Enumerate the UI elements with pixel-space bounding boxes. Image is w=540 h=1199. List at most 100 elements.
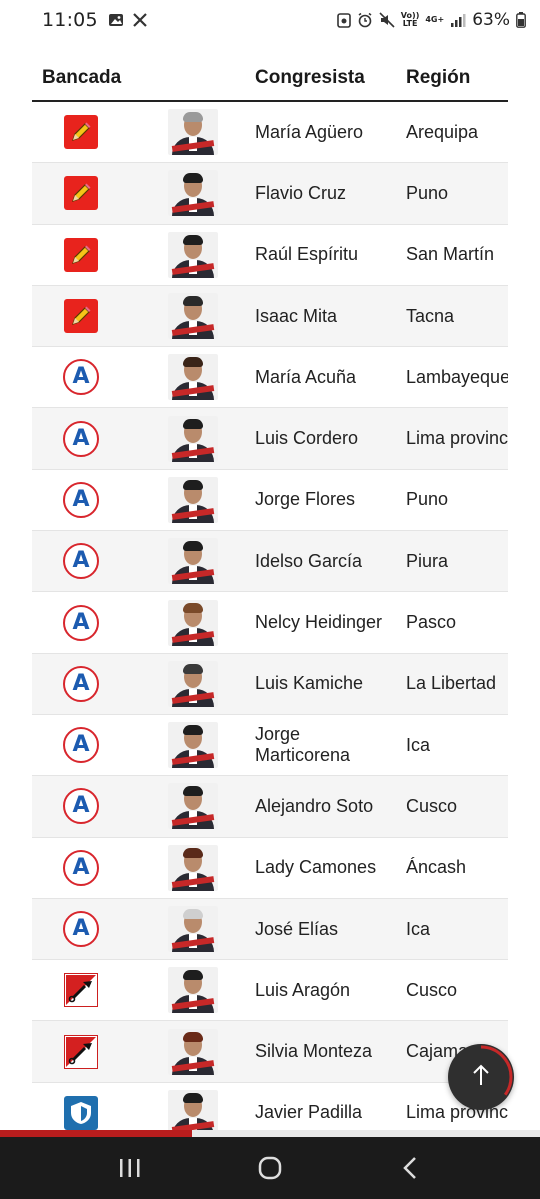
party-logo-letter: A [72, 732, 90, 758]
party-logo-letter: A [72, 670, 90, 696]
member-region: Puno [406, 489, 449, 510]
member-photo [167, 538, 218, 585]
table-row: Isaac Mita Tacna [32, 285, 508, 348]
member-photo [167, 293, 218, 340]
home-icon[interactable] [240, 1148, 300, 1188]
member-region: La Libertad [406, 673, 497, 694]
letter-a-icon: A [63, 359, 99, 396]
member-name: Jorge Flores [255, 489, 356, 510]
table-row: A Jorge Marticorena Ica [32, 715, 508, 777]
table-row: Raúl Espíritu San Martín [32, 225, 508, 286]
member-name: Luis Cordero [255, 428, 359, 449]
x-icon [132, 12, 148, 28]
member-photo [167, 906, 218, 952]
table-row: A José Elías Ica [32, 898, 508, 961]
member-photo-cell [130, 170, 255, 217]
member-photo [167, 599, 218, 646]
member-region: Piura [406, 550, 449, 571]
party-logo-cell: A [32, 481, 130, 518]
table-row: A Lady Camones Áncash [32, 838, 508, 899]
reading-progress-fill [0, 1130, 192, 1137]
member-photo-cell [130, 231, 255, 278]
letter-a-icon: A [63, 788, 99, 825]
member-photo-cell [130, 476, 255, 523]
letter-a-icon: A [63, 727, 99, 764]
table-row: A Idelso García Piura [32, 531, 508, 593]
scroll-progress-ring [449, 1045, 513, 1109]
table-row: María Agüero Arequipa [32, 102, 508, 164]
party-logo-letter: A [72, 364, 90, 390]
member-photo [167, 109, 218, 156]
member-photo-cell [130, 293, 255, 340]
letter-a-icon: A [63, 604, 99, 641]
member-region: Lima provincias [406, 428, 508, 449]
member-photo-cell [130, 415, 255, 462]
member-photo [167, 231, 218, 278]
member-name: Silvia Monteza [255, 1041, 373, 1062]
member-region: Tacna [406, 305, 455, 326]
member-name: Alejandro Soto [255, 795, 374, 816]
member-photo [167, 354, 218, 401]
table-row: Javier PadillaLima provincias [32, 1083, 508, 1136]
member-photo [167, 1089, 218, 1136]
party-logo-cell [32, 1034, 130, 1069]
letter-a-icon: A [63, 911, 99, 947]
party-logo-cell: A [32, 849, 130, 886]
pencil-icon [64, 115, 98, 150]
shovel-icon [64, 973, 98, 1008]
member-photo-cell [130, 967, 255, 1014]
party-logo-cell: A [32, 604, 130, 641]
member-region: San Martín [406, 244, 495, 265]
header-region[interactable]: Región [406, 67, 508, 89]
party-logo-cell: A [32, 359, 130, 396]
recent-apps-icon[interactable] [100, 1148, 160, 1188]
signal-icon [450, 13, 466, 27]
image-icon [108, 12, 124, 28]
status-time: 11:05 [42, 9, 98, 31]
header-bancada[interactable]: Bancada [32, 67, 255, 89]
party-logo-cell: A [32, 727, 130, 764]
party-logo-cell [32, 176, 130, 211]
member-region: Cusco [406, 795, 458, 816]
scroll-to-top-button[interactable] [448, 1044, 514, 1110]
party-logo-letter: A [72, 793, 90, 819]
member-photo [167, 415, 218, 462]
member-photo [167, 722, 218, 769]
party-logo-letter: A [72, 548, 90, 574]
letter-a-icon: A [63, 665, 99, 702]
member-name: Flavio Cruz [255, 182, 347, 203]
shovel-icon [64, 1034, 98, 1069]
party-logo-letter: A [72, 916, 90, 941]
member-name: Luis Aragón [255, 979, 351, 1000]
table-row: A Luis Kamiche La Libertad [32, 653, 508, 715]
member-photo-cell [130, 906, 255, 952]
pencil-icon [64, 299, 98, 334]
screenshot-icon [336, 12, 351, 28]
member-name: Luis Kamiche [255, 673, 364, 694]
table-row: A María Acuña Lambayeque [32, 347, 508, 409]
party-logo-cell: A [32, 543, 130, 580]
lte-label: LTE [402, 19, 418, 28]
member-photo [167, 476, 218, 523]
party-logo-cell [32, 299, 130, 334]
shield-icon [64, 1095, 98, 1130]
table-row: Flavio Cruz Puno [32, 163, 508, 225]
header-congresista[interactable]: Congresista [255, 67, 406, 89]
member-photo [167, 170, 218, 217]
back-icon[interactable] [380, 1148, 440, 1188]
member-photo-cell [130, 783, 255, 830]
party-logo-cell: A [32, 665, 130, 702]
member-photo [167, 783, 218, 830]
member-region: Cusco [406, 979, 458, 1000]
member-photo-cell [130, 109, 255, 156]
member-name: Idelso García [255, 550, 363, 571]
member-name: José Elías [255, 918, 339, 939]
member-name: María Agüero [255, 121, 364, 142]
mute-icon [379, 12, 395, 28]
network-type: 4G+ [425, 15, 445, 24]
status-bar: 11:05 Vo)) LTE 4G+ 63% [0, 0, 540, 40]
letter-a-icon: A [63, 849, 99, 886]
reading-progress-bar [0, 1130, 540, 1137]
table-row: A Jorge Flores Puno [32, 470, 508, 532]
member-region: Lambayeque [406, 366, 508, 387]
